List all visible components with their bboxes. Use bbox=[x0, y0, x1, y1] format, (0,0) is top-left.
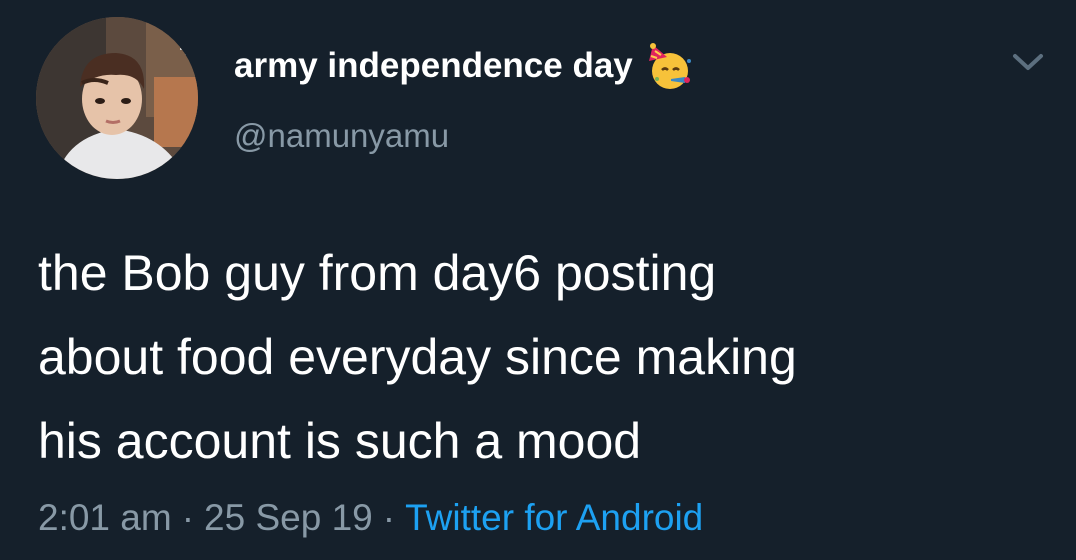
display-name-row: army independence day bbox=[234, 40, 695, 92]
party-face-icon bbox=[648, 43, 691, 89]
tweet-text-line: the Bob guy from day6 posting bbox=[38, 245, 717, 301]
avatar[interactable] bbox=[36, 17, 198, 179]
display-name[interactable]: army independence day bbox=[234, 46, 633, 86]
tweet-time[interactable]: 2:01 am bbox=[38, 497, 172, 539]
tweet-text-line: his account is such a mood bbox=[38, 413, 642, 469]
meta-separator: · bbox=[181, 497, 195, 538]
meta-separator: · bbox=[382, 497, 396, 538]
tweet-text: the Bob guy from day6 posting about food… bbox=[38, 231, 1048, 483]
tweet-source-link[interactable]: Twitter for Android bbox=[405, 497, 703, 539]
tweet-text-line: about food everyday since making bbox=[38, 329, 797, 385]
tweet-date[interactable]: 25 Sep 19 bbox=[204, 497, 373, 539]
chevron-down-icon[interactable] bbox=[1011, 50, 1045, 74]
handle[interactable]: @namunyamu bbox=[234, 117, 449, 155]
tweet-card: army independence day @namunyamu the Bob… bbox=[0, 0, 1076, 560]
avatar-image bbox=[36, 17, 198, 179]
tweet-meta: 2:01 am · 25 Sep 19 · Twitter for Androi… bbox=[38, 497, 703, 539]
